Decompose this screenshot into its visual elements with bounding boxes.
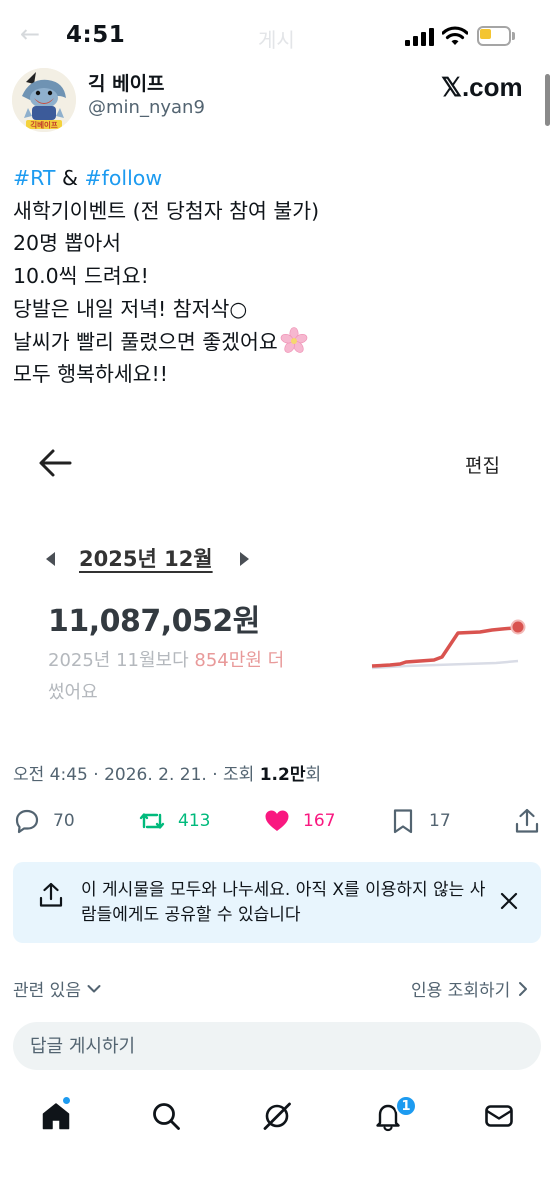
status-bar: ← 4:51 게시	[0, 0, 555, 74]
post-meta: 오전 4:45 · 2026. 2. 21. · 조회 1.2만회	[13, 760, 321, 785]
bookmark-icon	[393, 809, 413, 834]
scrollbar-thumb[interactable]	[545, 74, 550, 126]
tweet-line: 당발은 내일 저녁! 참저삭○	[13, 296, 248, 321]
embedded-month-selector: 2025년 12월	[46, 543, 266, 575]
post-timestamp[interactable]: 오전 4:45 · 2026. 2. 21.	[13, 765, 207, 785]
shark-mascot-icon: 긱베이프	[12, 68, 76, 132]
close-icon[interactable]	[499, 891, 519, 911]
current-month-end-point	[510, 619, 526, 635]
grok-icon	[263, 1102, 291, 1130]
back-arrow-ghost-icon: ←	[20, 20, 41, 48]
reply-input[interactable]	[13, 1022, 541, 1070]
related-dropdown[interactable]: 관련 있음	[13, 976, 101, 1001]
chevron-right-icon	[519, 981, 528, 996]
next-month-icon	[240, 552, 249, 566]
hashtag-link-rt[interactable]: #RT	[13, 166, 55, 190]
comparison-diff: 854만원 더	[194, 650, 285, 671]
cherry-blossom-icon	[280, 326, 308, 353]
embedded-spending-sparkline	[371, 619, 526, 670]
share-icon	[515, 808, 539, 833]
cellular-signal-icon	[405, 28, 435, 46]
like-count: 167	[303, 811, 336, 831]
comparison-suffix: 썼어요	[48, 682, 98, 703]
repost-count: 413	[178, 811, 211, 831]
share-button[interactable]	[513, 806, 541, 836]
view-quotes-label: 인용 조회하기	[411, 981, 511, 1001]
views-prefix: · 조회	[206, 765, 260, 785]
tab-messages[interactable]	[483, 1100, 515, 1132]
search-icon	[153, 1103, 180, 1130]
related-label: 관련 있음	[13, 981, 81, 1001]
battery-icon	[477, 26, 515, 46]
mail-icon	[485, 1105, 513, 1127]
like-button[interactable]: 167	[263, 806, 335, 836]
reply-icon	[15, 809, 39, 834]
tweet-line-hashtags: #RT & #follow	[13, 162, 319, 195]
ghost-page-title: 게시	[258, 28, 295, 52]
tweet-line: 20명 뽑아서	[13, 231, 122, 256]
embedded-comparison-text: 2025년 11월보다 854만원 더 썼어요	[48, 645, 348, 709]
share-icon	[39, 882, 63, 907]
reply-count: 70	[53, 811, 75, 831]
views-count: 1.2만	[259, 765, 306, 785]
status-time: 4:51	[66, 22, 126, 48]
bookmark-button[interactable]: 17	[389, 806, 451, 836]
repost-icon	[139, 813, 165, 829]
embedded-edit-label: 편집	[465, 455, 500, 477]
wifi-icon	[442, 26, 468, 45]
tweet-line: 모두 행복하세요!!	[13, 362, 168, 387]
repost-button[interactable]: 413	[138, 806, 210, 836]
tweet-line-weather: 날씨가 빨리 풀렸으면 좋겠어요	[13, 326, 319, 359]
comparison-prefix: 2025년 11월보다	[48, 650, 195, 671]
current-month-line	[371, 625, 519, 668]
embedded-month-label: 2025년 12월	[79, 547, 213, 571]
reply-button[interactable]: 70	[13, 806, 75, 836]
avatar-caption: 긱베이프	[30, 120, 58, 130]
tweet-line: 날씨가 빨리 풀렸으면 좋겠어요	[13, 329, 278, 354]
views-suffix: 회	[305, 765, 322, 785]
x-com-logo: 𝕏.com	[441, 72, 523, 102]
embedded-back-arrow-icon	[39, 449, 72, 477]
tweet-line: 10.0씩 드려요!	[13, 264, 149, 289]
tab-grok[interactable]	[261, 1100, 293, 1132]
tweet-text: #RT & #follow 새학기이벤트 (전 당첨자 참여 불가) 20명 뽑…	[13, 162, 319, 391]
bookmark-count: 17	[429, 811, 451, 831]
tweet-line: 새학기이벤트 (전 당첨자 참여 불가)	[13, 198, 320, 223]
view-quotes-link[interactable]: 인용 조회하기	[411, 976, 528, 1001]
tab-search[interactable]	[150, 1100, 182, 1132]
author-name[interactable]: 긱 베이프	[88, 69, 165, 96]
embedded-total-amount: 11,087,052원	[48, 604, 260, 639]
notifications-badge: 1	[395, 1095, 417, 1117]
prev-month-icon	[46, 552, 55, 566]
hashtag-link-follow[interactable]: #follow	[84, 166, 162, 190]
chevron-down-icon	[87, 984, 101, 992]
share-prompt-text: 이 게시물을 모두와 나누세요. 아직 X를 이용하지 않는 사람들에게도 공유…	[81, 880, 486, 925]
home-unread-dot	[62, 1096, 71, 1105]
author-avatar[interactable]: 긱베이프	[12, 68, 76, 132]
hashtag-separator: &	[55, 166, 85, 190]
heart-icon	[265, 810, 289, 831]
author-handle[interactable]: @min_nyan9	[88, 97, 205, 118]
share-prompt-card[interactable]: 이 게시물을 모두와 나누세요. 아직 X를 이용하지 않는 사람들에게도 공유…	[13, 862, 541, 943]
